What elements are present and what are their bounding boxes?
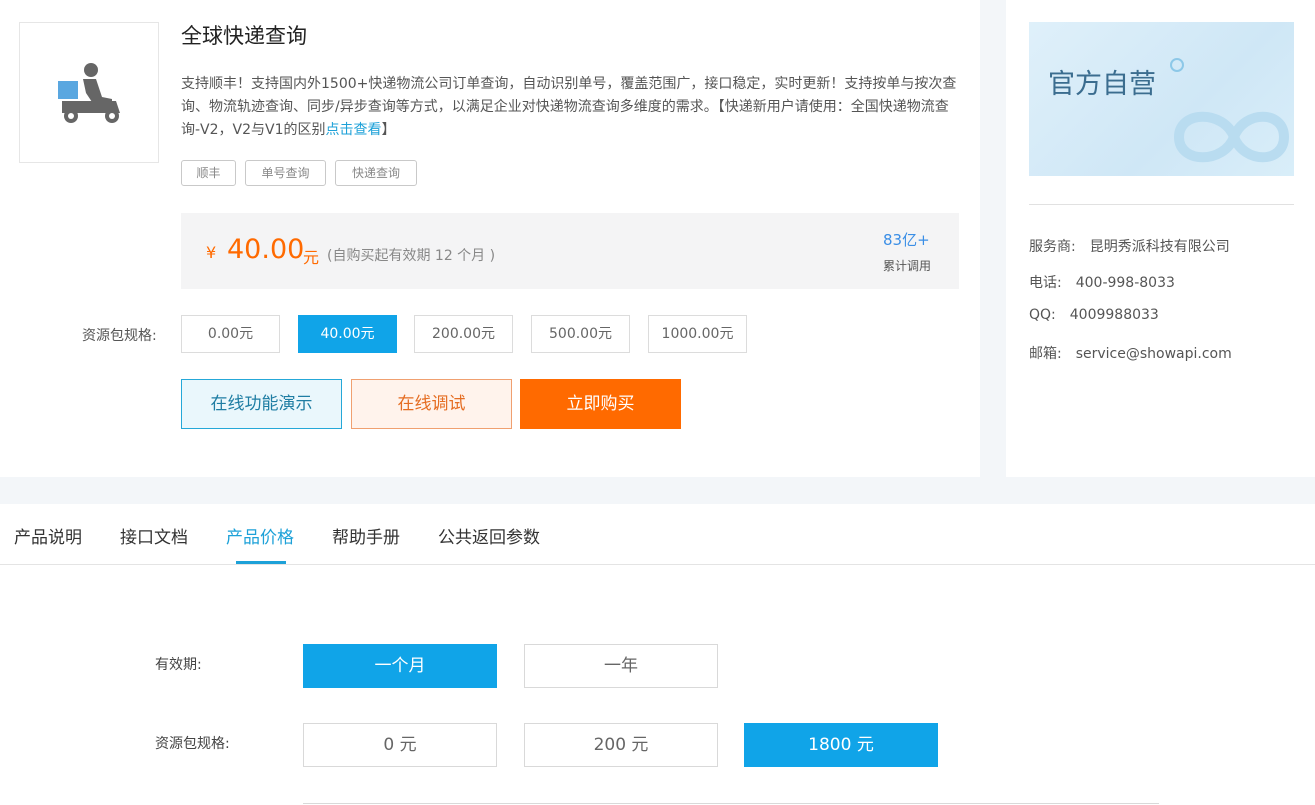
description-text: 支持顺丰！支持国内外1500+快递物流公司订单查询，自动识别单号，覆盖范围广，接… [181,76,957,138]
tab-api-docs[interactable]: 接口文档 [120,523,188,548]
qq-value: 4009988033 [1069,307,1159,323]
tag-shunfeng[interactable]: 顺丰 [181,160,236,186]
product-description: 支持顺丰！支持国内外1500+快递物流公司订单查询，自动识别单号，覆盖范围广，接… [181,73,959,142]
qq-label: QQ: [1029,307,1056,323]
provider-service-row: 服务商: 昆明秀派科技有限公司 [1029,236,1230,256]
service-value: 昆明秀派科技有限公司 [1089,239,1230,255]
circle-icon [1170,58,1184,72]
compare-link[interactable]: 点击查看 [326,122,382,138]
package-option-40[interactable]: 40.00元 [298,315,397,353]
price-unit: 元 [303,248,320,267]
online-demo-button[interactable]: 在线功能演示 [181,379,342,429]
tag-tracking-query[interactable]: 单号查询 [245,160,326,186]
period-option-year[interactable]: 一年 [524,644,718,688]
period-label: 有效期: [155,657,202,673]
delivery-scooter-icon [58,63,120,123]
currency-symbol: ¥ [206,243,217,262]
tag-express-query[interactable]: 快递查询 [335,160,417,186]
provider-divider [1029,204,1294,205]
online-debug-button[interactable]: 在线调试 [351,379,512,429]
tab-common-params[interactable]: 公共返回参数 [438,523,540,548]
calls-label: 累计调用 [883,259,932,273]
provider-email-row: 邮箱: service@showapi.com [1029,343,1232,363]
email-label: 邮箱: [1029,346,1062,362]
tab-product-price[interactable]: 产品价格 [226,523,294,548]
validity-note: (自购买起有效期 12 个月 ) [327,248,496,264]
tab-product-description[interactable]: 产品说明 [14,523,82,548]
product-title: 全球快递查询 [181,24,307,48]
provider-phone-row: 电话: 400-998-8033 [1029,272,1175,292]
email-value: service@showapi.com [1075,346,1232,362]
service-label: 服务商: [1029,239,1076,255]
package-option-0[interactable]: 0.00元 [181,315,280,353]
description-tail: 】 [381,122,396,138]
phone-label: 电话: [1029,275,1062,291]
calls-count: 83亿+ [883,231,930,249]
buy-now-button[interactable]: 立即购买 [520,379,681,429]
banner-text: 官方自营 [1048,69,1156,100]
price-value: 40.00 [227,234,305,265]
spec-option-200[interactable]: 200 元 [524,723,718,767]
panel-divider [303,803,1159,804]
provider-qq-row: QQ: 4009988033 [1029,307,1159,323]
tab-help-manual[interactable]: 帮助手册 [332,523,400,548]
phone-value: 400-998-8033 [1075,275,1175,291]
spec-label: 资源包规格: [155,736,230,752]
tabs-divider [0,564,1315,565]
spec-option-0[interactable]: 0 元 [303,723,497,767]
spec-option-1800[interactable]: 1800 元 [744,723,938,767]
product-thumbnail [19,22,159,163]
period-option-month[interactable]: 一个月 [303,644,497,688]
package-option-500[interactable]: 500.00元 [531,315,630,353]
package-option-200[interactable]: 200.00元 [414,315,513,353]
package-option-1000[interactable]: 1000.00元 [648,315,747,353]
package-label: 资源包规格: [82,328,157,344]
